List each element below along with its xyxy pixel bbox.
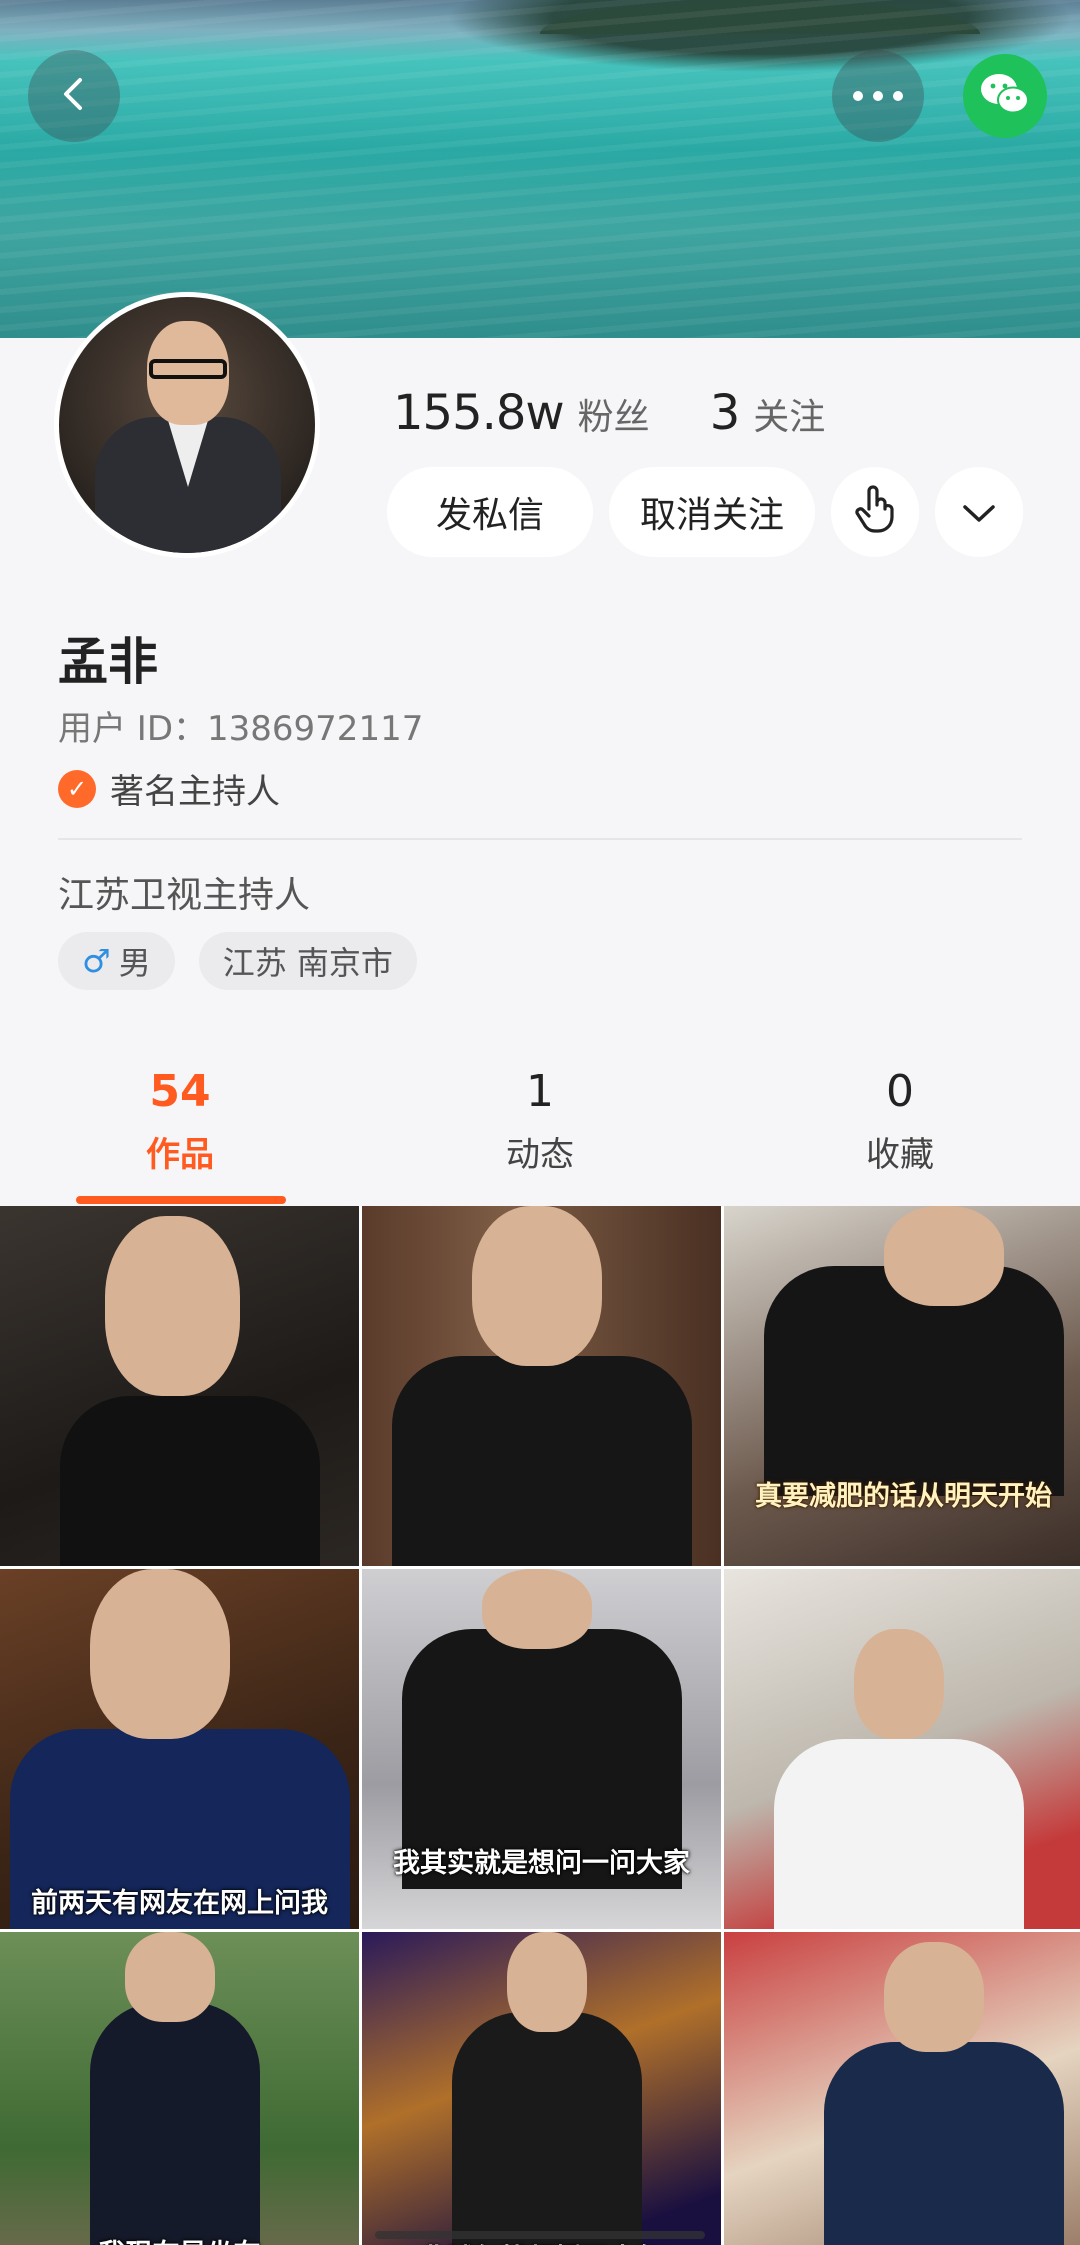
chevron-down-icon xyxy=(962,492,996,533)
message-button[interactable]: 发私信 xyxy=(387,467,593,557)
follow-stats: 155.8w 粉丝 3 关注 xyxy=(393,385,885,441)
video-thumbnail[interactable]: 前两天有网友在网上问我 xyxy=(0,1569,359,1929)
more-horizontal-icon xyxy=(852,87,904,106)
active-tab-indicator xyxy=(76,1196,286,1204)
video-thumbnail[interactable] xyxy=(724,1932,1080,2245)
location-tag: 江苏 南京市 xyxy=(198,932,417,990)
tab-moments[interactable]: 1 动态 xyxy=(360,1046,720,1206)
verified-check-icon: ✓ xyxy=(58,769,96,808)
followers-label[interactable]: 粉丝 xyxy=(578,388,650,440)
hand-tap-icon xyxy=(853,483,897,542)
male-icon: ♂ xyxy=(82,942,111,980)
wechat-share-button[interactable] xyxy=(963,54,1047,138)
profile-page: 155.8w 粉丝 3 关注 发私信 取消关注 孟非 用户 ID：1386972… xyxy=(0,0,1080,2245)
profile-tags: ♂ 男 江苏 南京市 xyxy=(58,932,417,990)
wechat-icon xyxy=(979,72,1031,120)
back-button[interactable] xyxy=(28,50,120,142)
unfollow-button[interactable]: 取消关注 xyxy=(609,467,815,557)
poke-button[interactable] xyxy=(831,467,919,557)
video-thumbnail[interactable] xyxy=(0,1206,359,1566)
video-caption: 我现在是坐在 xyxy=(0,2232,359,2245)
chevron-left-icon xyxy=(54,74,94,118)
video-thumbnail[interactable]: 真要减肥的话从明天开始 xyxy=(724,1206,1080,1566)
gender-text: 男 xyxy=(118,944,151,982)
verification-text: 著名主持人 xyxy=(110,772,280,812)
tab-label: 作品 xyxy=(146,1135,214,1175)
video-thumbnail[interactable]: 非诚勿扰都播了十年 xyxy=(362,1932,721,2245)
tab-label: 收藏 xyxy=(866,1135,934,1175)
video-thumbnail[interactable]: 我现在是坐在 xyxy=(0,1932,359,2245)
video-caption: 前两天有网友在网上问我 xyxy=(31,1888,328,1919)
video-caption: 我其实就是想问一问大家 xyxy=(393,1848,690,1879)
more-button[interactable] xyxy=(832,50,924,142)
profile-name: 孟非 xyxy=(58,633,158,691)
following-count[interactable]: 3 xyxy=(710,385,741,441)
video-caption: 真要减肥的话从明天开始 xyxy=(755,1481,1052,1512)
location-text: 江苏 南京市 xyxy=(222,944,393,982)
video-grid: 真要减肥的话从明天开始 前两天有网友在网上问我 我其实就是想问一问大家 我现在是… xyxy=(0,1206,1080,2245)
expand-button[interactable] xyxy=(935,467,1023,557)
following-label[interactable]: 关注 xyxy=(753,388,825,440)
profile-banner xyxy=(0,0,1080,338)
user-id[interactable]: 用户 ID：1386972117 xyxy=(58,701,423,750)
banner-island xyxy=(540,0,980,34)
tab-count: 0 xyxy=(886,1066,914,1117)
video-thumbnail[interactable] xyxy=(724,1569,1080,1929)
profile-bio: 江苏卫视主持人 xyxy=(58,875,311,916)
profile-actions: 发私信 取消关注 xyxy=(387,467,1023,557)
tab-label: 动态 xyxy=(506,1135,574,1175)
video-thumbnail[interactable]: 我其实就是想问一问大家 xyxy=(362,1569,721,1929)
content-tabs: 54 作品 1 动态 0 收藏 xyxy=(0,1046,1080,1206)
gender-tag: ♂ 男 xyxy=(58,932,175,990)
tab-works[interactable]: 54 作品 xyxy=(0,1046,360,1206)
video-thumbnail[interactable] xyxy=(362,1206,721,1566)
avatar[interactable] xyxy=(59,297,315,553)
divider xyxy=(58,838,1022,840)
tab-favorites[interactable]: 0 收藏 xyxy=(720,1046,1080,1206)
verification-badge: ✓ 著名主持人 xyxy=(58,764,280,813)
tab-count: 1 xyxy=(526,1066,554,1117)
tab-count: 54 xyxy=(149,1066,211,1117)
scroll-indicator xyxy=(375,2231,705,2239)
followers-count[interactable]: 155.8w xyxy=(393,385,565,441)
